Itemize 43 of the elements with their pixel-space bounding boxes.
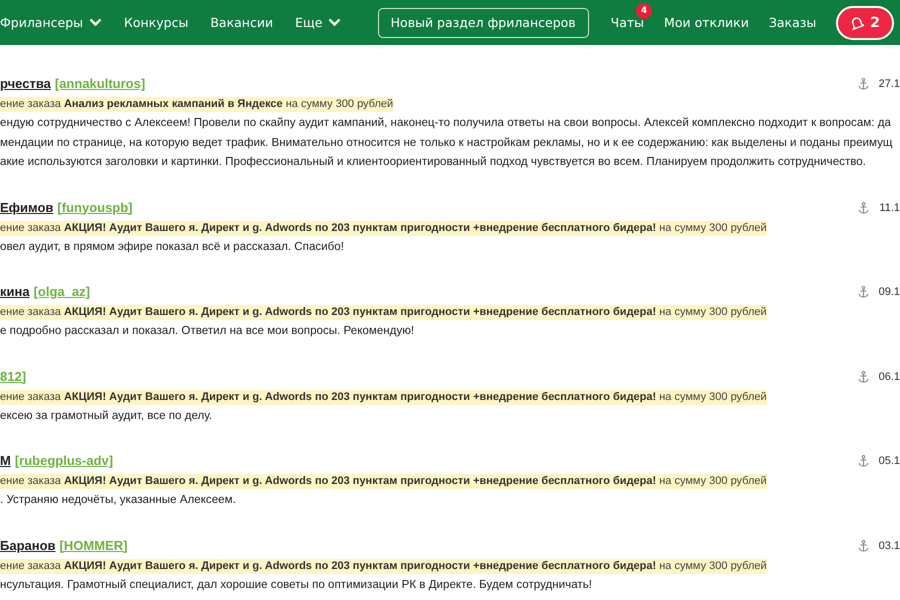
review-text: ендую сотрудничество с Алексеем! Провели по скайпу аудит кампаний, наконец-то получила ответы на свои вопросы. Алексей комплексно подходит к вопросам: да bbox=[0, 115, 891, 131]
order-info: ение заказа АКЦИЯ! Аудит Вашего я. Директ и g. Adwords по 203 пунктам пригодности +внедрение бесплатного бидера! на сумму 300 рублей bbox=[0, 558, 767, 574]
notification-badge: 4 bbox=[636, 3, 652, 19]
anchor-icon[interactable] bbox=[858, 455, 869, 467]
review-date: 11.1 bbox=[879, 202, 900, 214]
nav-link[interactable]: Заказы bbox=[768, 15, 816, 30]
reviewer-name[interactable]: кина bbox=[0, 284, 30, 299]
review-date: 06.1 bbox=[878, 370, 900, 382]
review-text: овел аудит, в прямом эфире показал всё и рассказал. Спасибо! bbox=[0, 238, 344, 254]
review-date: 03.1 bbox=[878, 540, 900, 552]
review-text: акие используются заголовки и картинки. Профессиональный и клиентоориентированный подход чувствуется во всем. Планируем продолжить сотрудничество. bbox=[0, 154, 866, 170]
nav-link[interactable]: Вакансии bbox=[210, 15, 274, 30]
review-date: 27.1 bbox=[878, 78, 900, 90]
review-text: е подробно рассказал и показал. Ответил на все мои вопросы. Рекомендую! bbox=[0, 323, 414, 339]
bell-icon bbox=[850, 16, 864, 30]
reviewer-name[interactable]: рчества bbox=[0, 76, 51, 91]
order-info: ение заказа Анализ рекламных кампаний в Яндексе на сумму 300 рублей bbox=[0, 97, 394, 112]
review-date: 05.1 bbox=[878, 455, 900, 467]
nav-link[interactable]: Еще bbox=[295, 15, 342, 30]
notifications-button[interactable]: 2 bbox=[836, 6, 894, 40]
nav-link[interactable]: Мои отклики bbox=[664, 15, 749, 30]
nav-link[interactable]: Конкурсы bbox=[124, 15, 188, 30]
review-text: ексею за грамотный аудит, все по делу. bbox=[0, 408, 212, 424]
new-section-button[interactable]: Новый раздел фрилансеров bbox=[378, 8, 589, 38]
anchor-icon[interactable] bbox=[858, 540, 869, 552]
anchor-icon[interactable] bbox=[858, 286, 869, 298]
reviewer-name[interactable]: М bbox=[0, 453, 11, 468]
order-info: ение заказа АКЦИЯ! Аудит Вашего я. Директ и g. Adwords по 203 пунктам пригодности +внедрение бесплатного бидера! на сумму 300 рублей bbox=[0, 220, 767, 236]
reviewer-name[interactable]: Ефимов bbox=[0, 200, 54, 214]
order-info: ение заказа АКЦИЯ! Аудит Вашего я. Директ и g. Adwords по 203 пунктам пригодности +внедрение бесплатного бидера! на сумму 300 рублей bbox=[0, 474, 767, 489]
order-info: ение заказа АКЦИЯ! Аудит Вашего я. Директ и g. Adwords по 203 пунктам пригодности +внедрение бесплатного бидера! на сумму 300 рублей bbox=[0, 390, 767, 404]
anchor-icon[interactable] bbox=[858, 370, 869, 382]
order-info: ение заказа АКЦИЯ! Аудит Вашего я. Директ и g. Adwords по 203 пунктам пригодности +внедрение бесплатного бидера! на сумму 300 рублей bbox=[0, 305, 767, 320]
review-date: 09.1 bbox=[878, 286, 900, 298]
chevron-down-icon bbox=[89, 18, 102, 27]
reviewer-name[interactable]: Баранов bbox=[0, 538, 56, 552]
review-text: мендации по странице, на которую ведет трафик. Внимательно относится не только к настройкам рекламы, но и к ее содержанию: как выделены и поданы преимущ bbox=[0, 134, 892, 150]
review-text: нсультация. Грамотный специалист, дал хорошие советы по оптимизации РК в Директе. Будем сотрудничать! bbox=[0, 576, 592, 592]
review-text: . Устраняю недочёты, указанные Алексеем. bbox=[0, 492, 236, 508]
anchor-icon[interactable] bbox=[858, 202, 870, 214]
anchor-icon[interactable] bbox=[858, 78, 869, 90]
chevron-down-icon bbox=[328, 18, 342, 27]
nav-link[interactable]: Фрилансеры bbox=[0, 15, 102, 30]
